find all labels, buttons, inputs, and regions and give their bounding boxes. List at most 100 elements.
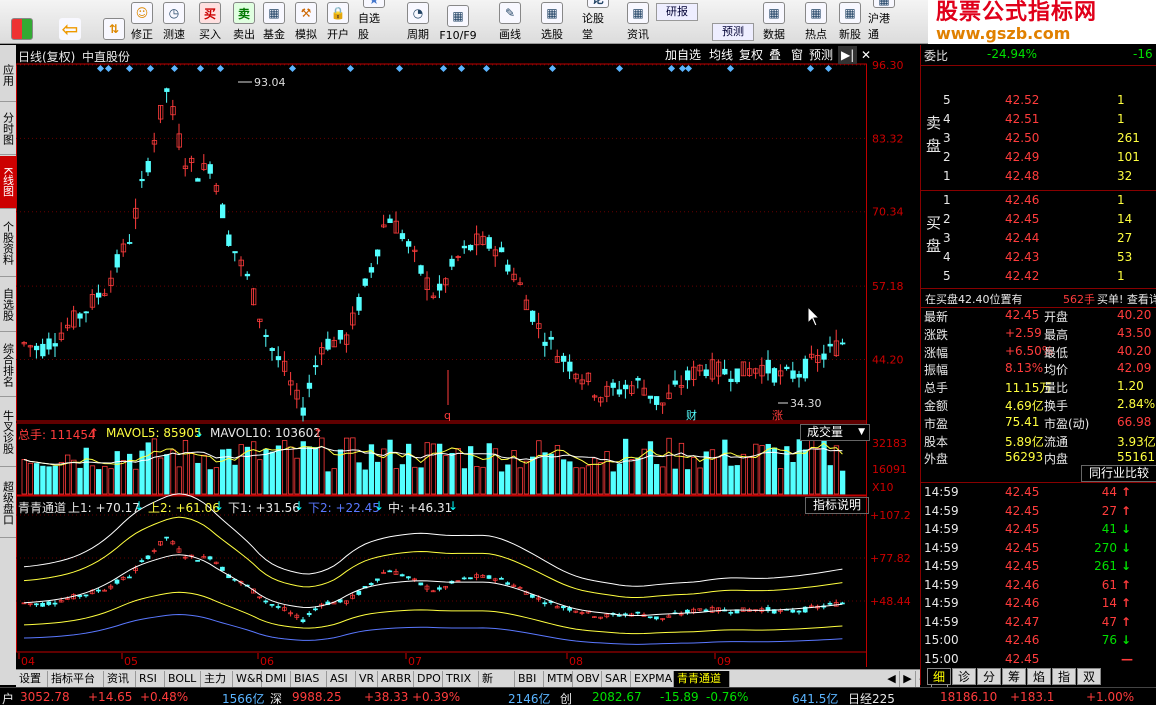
left-tab-0[interactable]: 应用: [0, 48, 16, 102]
chart-control-2[interactable]: 复权: [736, 46, 766, 64]
kline-chart-area[interactable]: 96.30 83.32 70.34 57.18 44.20 93.04 34.30 q 财 涨 32…: [16, 45, 920, 667]
hk-label: 沪港通: [868, 12, 890, 41]
quote-value2-3: 42.09: [1117, 361, 1152, 376]
chart-control-3[interactable]: 叠: [766, 46, 784, 64]
left-tab-5[interactable]: 综合排名: [0, 333, 16, 397]
indicator-tab-11[interactable]: ARBR: [378, 671, 414, 687]
grid-button[interactable]: [4, 2, 40, 42]
hk-button[interactable]: ▦ 沪港通: [868, 0, 900, 42]
scroll-left-icon[interactable]: ◀: [884, 671, 900, 687]
left-tab-2[interactable]: K线图: [0, 156, 16, 209]
quote-value2-1: 43.50: [1117, 325, 1152, 340]
scroll-right-icon[interactable]: ▶: [900, 671, 916, 687]
big-order-notice[interactable]: 在买盘42.40位置有 562手买单! 查看详情: [921, 289, 1156, 307]
candle-body: [530, 310, 536, 322]
sell-button[interactable]: 卖卖出: [228, 2, 260, 42]
indicator-tab-9[interactable]: ASI: [327, 671, 356, 687]
f10-button[interactable]: ▦ F10/F9: [439, 2, 477, 42]
expand-arrow-icon[interactable]: ▶|: [838, 46, 858, 64]
sell-volume-1: 32: [1117, 169, 1133, 183]
indicator-tab-8[interactable]: BIAS: [291, 671, 327, 687]
candle-body: [306, 382, 313, 389]
indicator-tab-13[interactable]: TRIX: [443, 671, 479, 687]
left-tab-4[interactable]: 自选股: [0, 278, 16, 332]
panel-tab-6[interactable]: 双: [1077, 668, 1101, 685]
volume-bar: [213, 467, 220, 495]
report-button[interactable]: 研报: [656, 3, 698, 21]
star-button[interactable]: ★ 自选股: [358, 0, 390, 42]
indicator-tab-6[interactable]: W&R: [233, 671, 263, 687]
panel-tab-0[interactable]: 细: [927, 668, 951, 685]
indicator-tab-17[interactable]: OBV: [573, 671, 602, 687]
fix-button[interactable]: ☺ 修正: [126, 2, 158, 42]
panel-tab-1[interactable]: 诊: [952, 668, 976, 685]
pen-button[interactable]: ✎ 画线: [494, 2, 526, 42]
buy-button[interactable]: 买买入: [194, 2, 226, 42]
indicator-tab-4[interactable]: BOLL: [165, 671, 201, 687]
candle-body: [821, 353, 827, 360]
indicator-candle: [387, 570, 393, 573]
panel-tab-2[interactable]: 分: [977, 668, 1001, 685]
fund-button[interactable]: ▦ 基金: [258, 2, 290, 42]
indicator-candle: [275, 606, 281, 608]
indicator-tab-10[interactable]: VR: [356, 671, 378, 687]
notice-link[interactable]: 买单! 查看详情: [1097, 291, 1156, 307]
candle-body: [139, 178, 145, 182]
indicator-tab-12[interactable]: DPO: [414, 671, 443, 687]
panel-tab-5[interactable]: 指: [1052, 668, 1076, 685]
indicator-tab-20[interactable]: 青青通道: [674, 671, 730, 687]
quote-value2-0: 40.20: [1117, 308, 1152, 322]
hot-button[interactable]: ▦ 热点: [800, 2, 832, 42]
volume-bar: [802, 449, 809, 495]
indicator-tab-5[interactable]: 主力: [201, 671, 233, 687]
period-button[interactable]: ◔ 周期: [402, 2, 434, 42]
compare-button[interactable]: 同行业比较: [1081, 465, 1156, 482]
indicator-tab-7[interactable]: DMI: [262, 671, 291, 687]
indicator-tab-3[interactable]: RSI: [136, 671, 165, 687]
left-tab-1[interactable]: 分时图: [0, 103, 16, 155]
panel-tab-4[interactable]: 焰: [1027, 668, 1051, 685]
indicator-candle: [263, 600, 269, 603]
chart-control-0[interactable]: 加自选: [662, 46, 704, 64]
indicator-explain-button[interactable]: 指标说明: [805, 497, 869, 514]
screen-button[interactable]: ▦ 选股: [536, 2, 568, 42]
quote-value2-5: 2.84%: [1117, 397, 1156, 411]
chart-control-1[interactable]: 均线: [706, 46, 736, 64]
indicator-tab-1[interactable]: 指标平台: [48, 671, 104, 687]
status-item-14: 641.5亿: [792, 692, 839, 705]
pe-button[interactable]: ▦ 数据: [758, 2, 790, 42]
left-tab-7[interactable]: 超级盘口: [0, 468, 16, 538]
lock-button[interactable]: 🔒 开户: [322, 2, 354, 42]
indicator-tab-18[interactable]: SAR: [602, 671, 631, 687]
indicator-tab-15[interactable]: BBI: [515, 671, 544, 687]
candle-body: [405, 241, 412, 247]
forum-button[interactable]: 论论股堂: [582, 0, 614, 42]
ipo-button[interactable]: ▦ 新股: [834, 2, 866, 42]
news-button[interactable]: ▦ 资讯: [622, 2, 654, 42]
left-tab-6[interactable]: 牛叉诊股: [0, 398, 16, 467]
f10-label: F10/F9: [439, 29, 477, 42]
indicator-tab-0[interactable]: 设置: [16, 671, 48, 687]
indicator-candle: [164, 536, 169, 539]
chart-control-5[interactable]: 预测: [806, 46, 836, 64]
tick-time: 15:00: [924, 651, 959, 666]
hammer-button[interactable]: ⚒ 模拟: [290, 2, 322, 42]
forecast-button[interactable]: 预测: [712, 23, 754, 41]
indicator-tab-14[interactable]: 新DMA: [479, 671, 515, 701]
close-icon[interactable]: ✕: [858, 46, 874, 64]
volume-indicator-dropdown[interactable]: 成交量 ▼: [800, 424, 870, 441]
clock-button[interactable]: ◷ 测速: [158, 2, 190, 42]
back-arrow-button[interactable]: ⇦: [54, 2, 86, 42]
indicator-tab-16[interactable]: MTM: [544, 671, 573, 687]
left-tab-3[interactable]: 个股资料: [0, 210, 16, 277]
panel-tab-3[interactable]: 筹: [1002, 668, 1026, 685]
indicator-tab-19[interactable]: EXPMA: [631, 671, 674, 687]
arrow-up-icon: ↑: [1121, 485, 1132, 499]
indicator-tab-2[interactable]: 资讯: [104, 671, 136, 687]
signal-diamond: [684, 64, 693, 73]
chart-svg[interactable]: 96.30 83.32 70.34 57.18 44.20 93.04 34.30 q 财 涨 32…: [16, 45, 920, 667]
volume-bar: [548, 453, 554, 495]
forum-label: 论股堂: [582, 12, 604, 41]
chart-control-4[interactable]: 窗: [788, 46, 806, 64]
month-label: 08: [569, 655, 583, 667]
